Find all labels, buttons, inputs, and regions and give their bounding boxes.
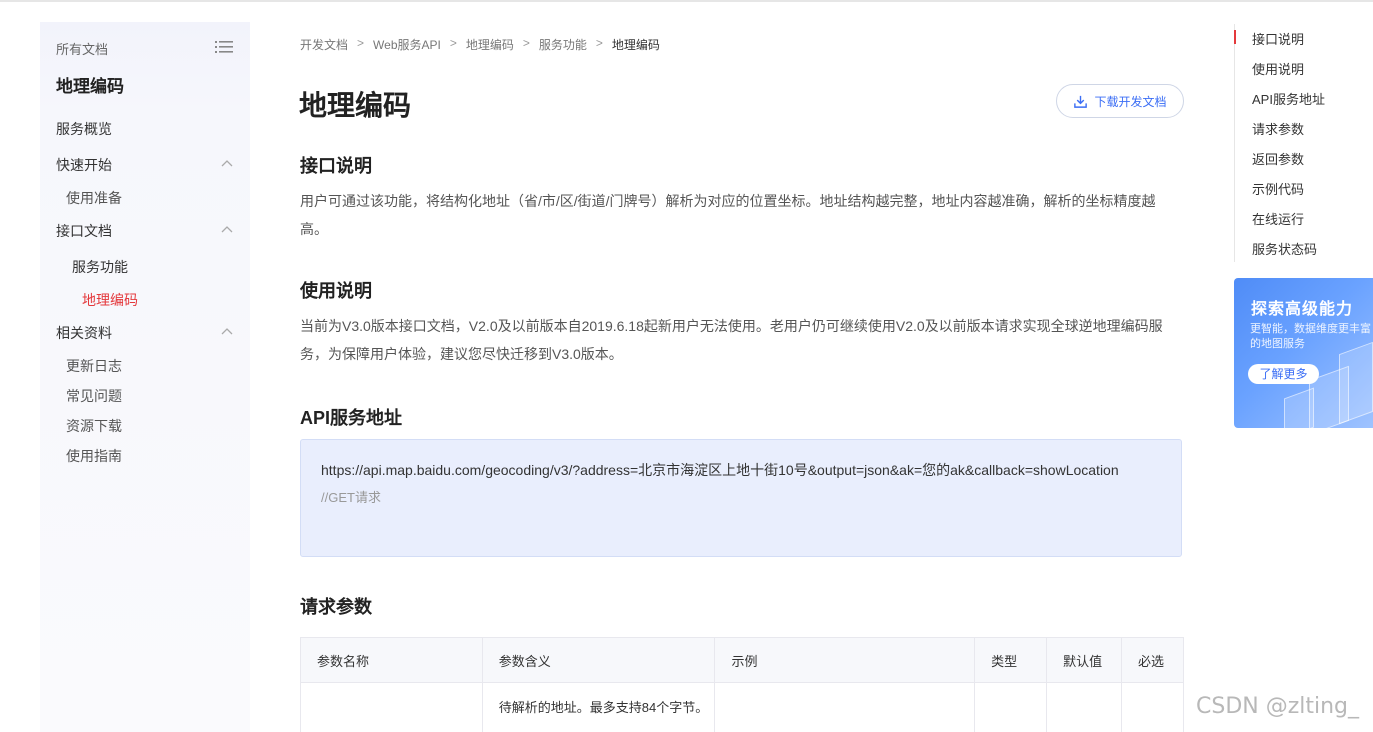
sidebar-item-preparation[interactable]: 使用准备 — [66, 188, 122, 208]
breadcrumb-current: 地理编码 — [611, 38, 660, 52]
table-of-contents: 接口说明 使用说明 API服务地址 请求参数 返回参数 示例代码 在线运行 服务… — [1234, 24, 1373, 262]
table-cell — [1121, 682, 1184, 732]
table-cell: 待解析的地址。最多支持84个字节。 — [481, 682, 716, 732]
sidebar-item-geocoding[interactable]: 地理编码 — [82, 290, 138, 310]
toc-item-api-address[interactable]: API服务地址 — [1252, 89, 1325, 108]
breadcrumb: 开发文档 > Web服务API > 地理编码 > 服务功能 > 地理编码 — [300, 36, 660, 53]
download-docs-button[interactable]: 下载开发文档 — [1056, 84, 1184, 118]
sidebar-item-downloads[interactable]: 资源下载 — [66, 416, 122, 436]
sidebar-item-service-functions[interactable]: 服务功能 — [72, 257, 128, 277]
table-cell — [714, 682, 976, 732]
sidebar-item-changelog[interactable]: 更新日志 — [66, 356, 122, 376]
api-url-comment: //GET请求 — [321, 490, 381, 505]
csdn-watermark: CSDN @zlting_ — [1196, 694, 1360, 719]
section-heading-usage: 使用说明 — [300, 281, 372, 301]
table-header-row: 参数名称 参数含义 示例 类型 默认值 必选 — [300, 637, 1184, 683]
decorative-block — [1339, 341, 1373, 425]
request-params-table: 参数名称 参数含义 示例 类型 默认值 必选 待解析的地址。最多支持84个字节。 — [300, 637, 1184, 732]
left-sidebar: 所有文档 地理编码 服务概览 快速开始 使用准备 接口文档 服务功能 地理编码 … — [40, 22, 250, 732]
api-url-codebox: https://api.map.baidu.com/geocoding/v3/?… — [300, 439, 1182, 557]
top-divider — [0, 0, 1373, 2]
table-row: 待解析的地址。最多支持84个字节。 — [300, 682, 1184, 732]
breadcrumb-separator: > — [522, 36, 530, 50]
toc-item-request-params[interactable]: 请求参数 — [1252, 119, 1304, 138]
chevron-up-icon[interactable] — [221, 327, 233, 335]
toc-item-sample-code[interactable]: 示例代码 — [1252, 179, 1304, 198]
column-header: 参数名称 — [300, 637, 483, 683]
decorative-block — [1284, 387, 1314, 428]
all-docs-label[interactable]: 所有文档 — [56, 39, 108, 58]
sidebar-title: 地理编码 — [56, 77, 124, 96]
breadcrumb-separator: > — [357, 36, 365, 50]
toc-item-usage[interactable]: 使用说明 — [1252, 59, 1304, 78]
table-cell — [1046, 682, 1122, 732]
toc-item-response-params[interactable]: 返回参数 — [1252, 149, 1304, 168]
promo-banner[interactable]: 探索高级能力 更智能，数据维度更丰富的地图服务 了解更多 — [1234, 278, 1373, 428]
column-header: 必选 — [1121, 637, 1184, 683]
api-url-text[interactable]: https://api.map.baidu.com/geocoding/v3/?… — [321, 456, 1161, 484]
download-icon — [1074, 95, 1088, 108]
section-text-interface: 用户可通过该功能，将结构化地址（省/市/区/街道/门牌号）解析为对应的位置坐标。… — [300, 193, 1156, 237]
breadcrumb-item[interactable]: 服务功能 — [539, 36, 587, 53]
section-heading-interface: 接口说明 — [300, 156, 372, 176]
breadcrumb-item[interactable]: 地理编码 — [466, 36, 514, 53]
column-header: 参数含义 — [481, 637, 716, 683]
list-menu-icon[interactable] — [215, 40, 233, 54]
sidebar-item-guide[interactable]: 使用指南 — [66, 446, 122, 466]
chevron-up-icon[interactable] — [221, 159, 233, 167]
column-header: 默认值 — [1046, 637, 1122, 683]
table-cell — [974, 682, 1048, 732]
toc-item-online-run[interactable]: 在线运行 — [1252, 209, 1304, 228]
sidebar-item-related[interactable]: 相关资料 — [56, 323, 112, 343]
section-heading-params: 请求参数 — [300, 597, 372, 617]
sidebar-item-service-overview[interactable]: 服务概览 — [56, 119, 112, 139]
breadcrumb-item[interactable]: 开发文档 — [300, 36, 348, 53]
download-docs-label: 下载开发文档 — [1094, 94, 1167, 109]
sidebar-item-api-docs[interactable]: 接口文档 — [56, 221, 112, 241]
breadcrumb-item[interactable]: Web服务API — [373, 36, 441, 53]
sidebar-item-quick-start[interactable]: 快速开始 — [56, 155, 112, 175]
chevron-up-icon[interactable] — [221, 225, 233, 233]
sidebar-item-faq[interactable]: 常见问题 — [66, 386, 122, 406]
promo-subtitle: 更智能，数据维度更丰富的地图服务 — [1250, 323, 1371, 350]
learn-more-button[interactable]: 了解更多 — [1248, 364, 1319, 384]
breadcrumb-separator: > — [449, 36, 457, 50]
promo-title: 探索高级能力 — [1251, 301, 1354, 318]
page-title: 地理编码 — [299, 90, 412, 121]
breadcrumb-separator: > — [595, 36, 603, 50]
column-header: 示例 — [714, 637, 976, 683]
section-text-usage: 当前为V3.0版本接口文档，V2.0及以前版本自2019.6.18起新用户无法使… — [300, 318, 1163, 362]
toc-item-status-codes[interactable]: 服务状态码 — [1252, 239, 1317, 258]
section-heading-api: API服务地址 — [300, 408, 403, 428]
column-header: 类型 — [974, 637, 1048, 683]
table-cell — [300, 682, 483, 732]
toc-item-interface[interactable]: 接口说明 — [1252, 29, 1304, 48]
toc-active-indicator — [1234, 30, 1236, 44]
